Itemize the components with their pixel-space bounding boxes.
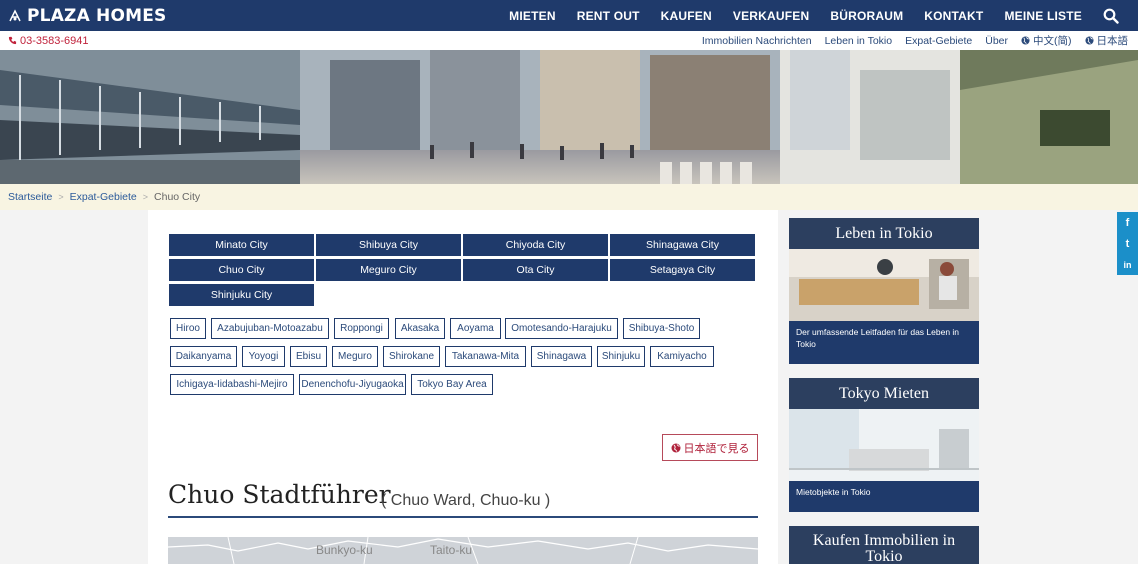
- area-tag-yoyogi[interactable]: Yoyogi: [242, 346, 285, 367]
- area-tag-shibuya-shoto[interactable]: Shibuya-Shoto: [623, 318, 700, 339]
- city-button-meguro[interactable]: Meguro City: [316, 259, 461, 281]
- view-in-japanese-button[interactable]: 日本語で見る: [662, 434, 758, 461]
- area-tag-kamiyacho[interactable]: Kamiyacho: [650, 346, 714, 367]
- breadcrumb-current: Chuo City: [154, 191, 201, 203]
- sidebar-card-title: Kaufen Immobilien in Tokio: [789, 526, 979, 564]
- sidebar-card-living[interactable]: Leben in Tokio Der umfassende Leitfaden …: [789, 218, 979, 364]
- brand-name: PLAZA HOMES: [27, 5, 167, 26]
- lang-chinese-label: 中文(简): [1033, 35, 1072, 47]
- nav-meine-liste[interactable]: MEINE LISTE: [1004, 9, 1082, 23]
- subnav-living[interactable]: Leben in Tokio: [825, 35, 893, 47]
- map-label-taito: Taito-ku: [430, 543, 473, 557]
- facebook-icon[interactable]: f: [1117, 212, 1138, 233]
- sidebar-card-caption: Der umfassende Leitfaden für das Leben i…: [796, 327, 960, 349]
- logo-icon: [9, 8, 21, 21]
- area-tag-meguro[interactable]: Meguro: [332, 346, 378, 367]
- phone-text: 03-3583-6941: [20, 34, 89, 47]
- title-divider: [168, 516, 758, 518]
- utility-bar: 03-3583-6941 Immobilien Nachrichten Lebe…: [0, 31, 1138, 50]
- area-tag-denenchofu[interactable]: Denenchofu-Jiyugaoka: [299, 374, 406, 395]
- area-tag-omotesando[interactable]: Omotesando-Harajuku: [505, 318, 618, 339]
- nav-mieten[interactable]: MIETEN: [509, 9, 556, 23]
- city-button-shinjuku[interactable]: Shinjuku City: [169, 284, 314, 306]
- living-image: [789, 249, 979, 321]
- nav-verkaufen[interactable]: VERKAUFEN: [733, 9, 809, 23]
- city-button-shibuya[interactable]: Shibuya City: [316, 234, 461, 256]
- area-tag-tokyo-bay[interactable]: Tokyo Bay Area: [411, 374, 493, 395]
- sidebar-card-rent[interactable]: Tokyo Mieten Mietobjekte in Tokio: [789, 378, 979, 512]
- breadcrumb: Startseite > Expat-Gebiete > Chuo City: [0, 184, 1138, 210]
- globe-icon: [1021, 36, 1030, 45]
- area-tag-azabujuban[interactable]: Azabujuban-Motoazabu: [211, 318, 329, 339]
- nav-rent-out[interactable]: RENT OUT: [577, 9, 640, 23]
- sidebar-card-title: Leben in Tokio: [789, 218, 979, 249]
- city-button-shinagawa[interactable]: Shinagawa City: [610, 234, 755, 256]
- area-tag-aoyama[interactable]: Aoyama: [450, 318, 501, 339]
- phone-number[interactable]: 03-3583-6941: [8, 35, 89, 47]
- nav-kaufen[interactable]: KAUFEN: [661, 9, 712, 23]
- area-tag-shinagawa[interactable]: Shinagawa: [531, 346, 592, 367]
- sidebar-card-title: Tokyo Mieten: [789, 378, 979, 409]
- breadcrumb-home[interactable]: Startseite: [8, 191, 52, 203]
- sidebar-card-buy[interactable]: Kaufen Immobilien in Tokio: [789, 526, 979, 564]
- subnav-expat-areas[interactable]: Expat-Gebiete: [905, 35, 972, 47]
- area-tag-roppongi[interactable]: Roppongi: [334, 318, 389, 339]
- twitter-icon[interactable]: t: [1117, 233, 1138, 254]
- area-tag-shirokane[interactable]: Shirokane: [383, 346, 440, 367]
- nav-bueroraum[interactable]: BÜRORAUM: [830, 9, 903, 23]
- globe-icon: [671, 443, 680, 452]
- sub-nav: Immobilien Nachrichten Leben in Tokio Ex…: [689, 31, 1128, 50]
- page-title: Chuo Stadtführer: [168, 480, 391, 509]
- area-tag-daikanyama[interactable]: Daikanyama: [170, 346, 237, 367]
- phone-icon: [8, 36, 17, 45]
- hero-banner: [0, 50, 1138, 184]
- search-icon[interactable]: [1103, 8, 1119, 24]
- rent-image: [789, 409, 979, 481]
- sidebar-card-caption: Mietobjekte in Tokio: [796, 487, 871, 497]
- city-button-setagaya[interactable]: Setagaya City: [610, 259, 755, 281]
- main-content: Minato City Shibuya City Chiyoda City Sh…: [148, 210, 778, 564]
- city-button-chiyoda[interactable]: Chiyoda City: [463, 234, 608, 256]
- area-tag-ichigaya[interactable]: Ichigaya-Iidabashi-Mejiro: [170, 374, 294, 395]
- subnav-about[interactable]: Über: [985, 35, 1008, 47]
- hero-image: [0, 50, 1138, 184]
- lang-japanese-label: 日本語: [1096, 35, 1129, 47]
- city-button-chuo[interactable]: Chuo City: [169, 259, 314, 281]
- breadcrumb-separator: >: [58, 192, 64, 202]
- lang-japanese[interactable]: 日本語: [1084, 33, 1129, 48]
- area-tag-akasaka[interactable]: Akasaka: [395, 318, 445, 339]
- area-tag-ebisu[interactable]: Ebisu: [290, 346, 327, 367]
- lang-chinese[interactable]: 中文(简): [1021, 33, 1072, 48]
- brand-logo[interactable]: PLAZA HOMES: [8, 6, 167, 26]
- area-tag-takanawa-mita[interactable]: Takanawa-Mita: [445, 346, 526, 367]
- map-label-bunkyo: Bunkyo-ku: [316, 543, 373, 557]
- top-navbar: PLAZA HOMES MIETEN RENT OUT KAUFEN VERKA…: [0, 0, 1138, 31]
- area-tag-shinjuku[interactable]: Shinjuku: [597, 346, 645, 367]
- area-tag-hiroo[interactable]: Hiroo: [170, 318, 206, 339]
- ward-map[interactable]: Bunkyo-ku Taito-ku: [168, 537, 758, 564]
- nav-kontakt[interactable]: KONTAKT: [924, 9, 983, 23]
- social-share: f t in: [1117, 212, 1138, 275]
- subnav-news[interactable]: Immobilien Nachrichten: [702, 35, 812, 47]
- city-button-minato[interactable]: Minato City: [169, 234, 314, 256]
- breadcrumb-expat-areas[interactable]: Expat-Gebiete: [70, 191, 137, 203]
- breadcrumb-separator: >: [142, 192, 149, 202]
- page-subtitle: ( Chuo Ward, Chuo-ku ): [381, 492, 551, 509]
- view-in-japanese-label: 日本語で見る: [683, 442, 750, 455]
- main-nav: MIETEN RENT OUT KAUFEN VERKAUFEN BÜRORAU…: [509, 0, 1138, 31]
- globe-icon: [1084, 36, 1094, 45]
- linkedin-icon[interactable]: in: [1117, 254, 1138, 275]
- city-button-ota[interactable]: Ota City: [463, 259, 608, 281]
